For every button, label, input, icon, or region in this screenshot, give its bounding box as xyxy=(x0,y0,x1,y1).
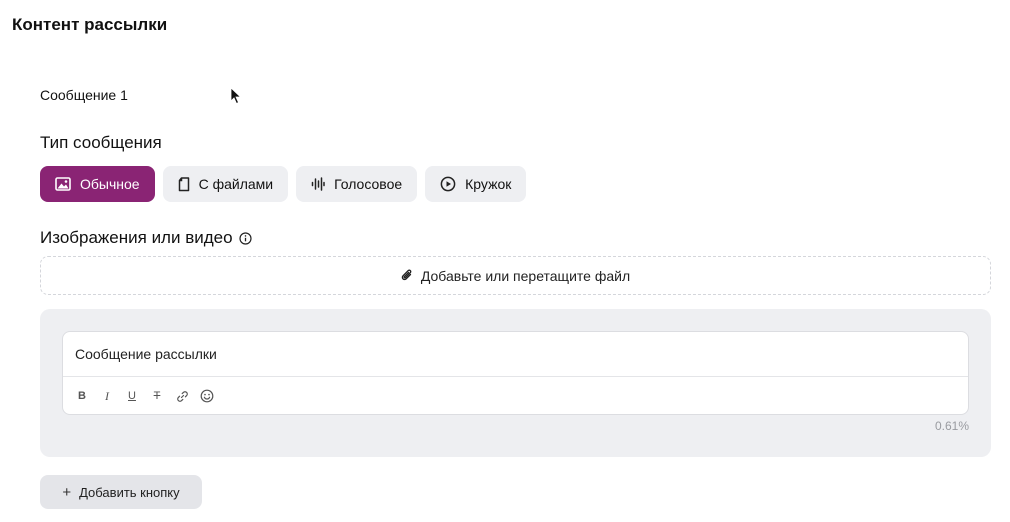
type-regular-button[interactable]: Обычное xyxy=(40,166,155,202)
strikethrough-button[interactable]: T xyxy=(150,388,164,404)
underline-button[interactable]: U xyxy=(125,388,139,404)
file-dropzone[interactable]: Добавьте или перетащите файл xyxy=(40,256,991,295)
add-button-label: Добавить кнопку xyxy=(79,484,180,500)
message-type-selector: Обычное С файлами Голосовое Кружок xyxy=(40,166,527,202)
message-editor-panel: Сообщение рассылки B I U T 0.61% xyxy=(40,309,991,457)
add-button-button[interactable]: + Добавить кнопку xyxy=(40,475,202,509)
editor-divider xyxy=(63,376,968,377)
broadcast-content-page: Контент рассылки Сообщение 1 Тип сообщен… xyxy=(0,0,1010,522)
bold-button[interactable]: B xyxy=(75,388,89,404)
image-icon xyxy=(55,177,71,191)
file-icon xyxy=(178,176,190,192)
message-label: Сообщение 1 xyxy=(40,87,128,103)
message-editor[interactable]: Сообщение рассылки B I U T xyxy=(62,331,969,415)
message-usage-percent: 0.61% xyxy=(934,419,969,433)
paperclip-icon xyxy=(401,268,413,283)
voice-wave-icon xyxy=(311,177,325,191)
link-icon[interactable] xyxy=(175,388,189,404)
type-files-button[interactable]: С файлами xyxy=(162,166,289,202)
media-title-text: Изображения или видео xyxy=(40,228,233,247)
format-toolbar: B I U T xyxy=(75,388,214,404)
play-circle-icon xyxy=(440,176,456,192)
italic-button[interactable]: I xyxy=(100,388,114,404)
emoji-icon[interactable] xyxy=(200,388,214,404)
type-circle-video-button[interactable]: Кружок xyxy=(425,166,527,202)
mouse-cursor-icon xyxy=(230,87,242,105)
type-regular-label: Обычное xyxy=(80,176,140,192)
type-files-label: С файлами xyxy=(198,176,274,192)
media-title: Изображения или видео xyxy=(40,228,252,248)
message-input[interactable]: Сообщение рассылки xyxy=(75,346,217,362)
info-icon[interactable] xyxy=(238,231,252,245)
type-voice-button[interactable]: Голосовое xyxy=(296,166,418,202)
dropzone-label: Добавьте или перетащите файл xyxy=(420,267,631,284)
type-voice-label: Голосовое xyxy=(334,176,403,192)
section-title: Контент рассылки xyxy=(12,15,168,34)
message-type-title: Тип сообщения xyxy=(40,133,162,152)
type-circle-video-label: Кружок xyxy=(465,176,512,192)
plus-icon: + xyxy=(62,483,72,501)
